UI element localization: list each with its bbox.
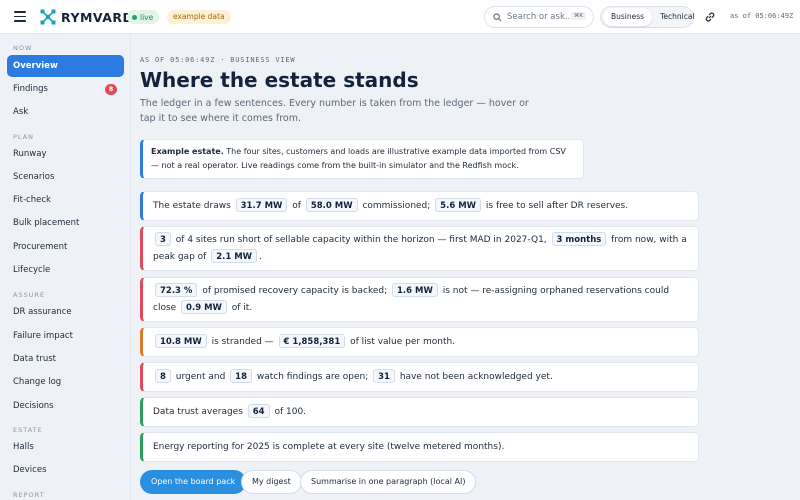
sidebar-section-now: NOW	[13, 44, 33, 52]
sidebar-item-ask[interactable]: Ask	[7, 101, 124, 123]
summary-card-stranded: 10.8 MW is stranded — € 1,858,381 of lis…	[140, 327, 699, 357]
summary-card-recovery: 72.3 % of promised recovery capacity is …	[140, 277, 699, 322]
sidebar-section-plan: PLAN	[13, 133, 34, 141]
sidebar-item-procurement[interactable]: Procurement	[7, 236, 124, 258]
ledger-value-chip[interactable]: 3 months	[551, 231, 607, 246]
sidebar-section-report: REPORT	[13, 491, 45, 499]
sentence-fragment: Data trust averages	[153, 406, 246, 417]
search-icon	[493, 12, 502, 21]
sidebar-item-label: Findings	[13, 84, 48, 94]
sentence-fragment: of list value per month.	[347, 336, 456, 347]
card-sentence: Energy reporting for 2025 is complete at…	[153, 439, 504, 456]
sidebar-item-findings[interactable]: Findings 8	[7, 78, 124, 100]
view-option-business[interactable]: Business	[603, 8, 653, 26]
sentence-fragment: Energy reporting for 2025 is complete at…	[153, 441, 505, 452]
sidebar-item-overview[interactable]: Overview	[7, 55, 124, 77]
sidebar-item-scenarios[interactable]: Scenarios	[7, 166, 124, 188]
summary-card-data-trust: Data trust averages 64 of 100.	[140, 397, 699, 427]
ledger-value-chip[interactable]: 0.9 MW	[181, 299, 227, 314]
menu-icon[interactable]	[14, 11, 26, 23]
sidebar-section-assure: ASSURE	[13, 291, 46, 299]
sentence-fragment: The estate draws	[153, 200, 234, 211]
callout-heading: Example estate.	[151, 147, 224, 156]
summary-card-energy: Energy reporting for 2025 is complete at…	[140, 432, 699, 462]
live-badge: live	[127, 10, 160, 24]
ledger-value-chip[interactable]: 72.3 %	[155, 282, 198, 297]
card-sentence: The estate draws 31.7 MW of 58.0 MW comm…	[153, 197, 629, 215]
ledger-value-chip[interactable]: 58.0 MW	[305, 197, 358, 212]
ledger-value-chip[interactable]: 18	[230, 368, 253, 383]
live-dot-icon	[132, 14, 137, 20]
sidebar-section-estate: ESTATE	[13, 426, 43, 434]
sentence-fragment: is free to sell after DR reserves.	[483, 200, 629, 211]
sidebar-item-data-trust[interactable]: Data trust	[7, 348, 124, 370]
card-sentence: 10.8 MW is stranded — € 1,858,381 of lis…	[153, 333, 456, 351]
link-icon[interactable]	[704, 11, 716, 23]
ledger-value-chip[interactable]: 2.1 MW	[211, 248, 258, 263]
example-estate-callout: Example estate. The four sites, customer…	[140, 139, 584, 179]
ledger-value-chip[interactable]: 10.8 MW	[155, 333, 207, 348]
sentence-fragment: of promised recovery capacity is backed;	[199, 285, 390, 296]
sentence-fragment: of it.	[228, 302, 253, 313]
ledger-value-chip[interactable]: 31	[373, 368, 395, 383]
example-data-badge: example data	[167, 10, 231, 24]
live-label: live	[140, 12, 154, 22]
open-board-pack-button[interactable]: Open the board pack	[140, 470, 247, 494]
sentence-fragment: have not been acknowledged yet.	[396, 371, 553, 382]
sentence-fragment: urgent and	[172, 371, 229, 382]
sidebar-item-bulk-placement[interactable]: Bulk placement	[7, 212, 124, 234]
ledger-value-chip[interactable]: 31.7 MW	[235, 197, 288, 212]
view-option-technical[interactable]: Technical	[652, 8, 702, 26]
sentence-fragment: of 100.	[271, 406, 307, 417]
sentence-fragment: of	[289, 200, 304, 211]
brand-name: RYMVARD	[61, 10, 134, 25]
sidebar-item-dr-assurance[interactable]: DR assurance	[7, 301, 124, 323]
my-digest-button[interactable]: My digest	[241, 470, 302, 494]
sentence-fragment: commissioned;	[359, 200, 434, 211]
card-sentence: 8 urgent and 18 watch findings are open;…	[153, 368, 553, 386]
card-sentence: 72.3 % of promised recovery capacity is …	[153, 282, 688, 317]
ledger-value-chip[interactable]: 3	[155, 231, 171, 246]
sentence-fragment: is stranded —	[208, 336, 277, 347]
page-lede: The ledger in a few sentences. Every num…	[140, 98, 529, 124]
summarise-button[interactable]: Summarise in one paragraph (local AI)	[300, 470, 477, 494]
ledger-value-chip[interactable]: 1.6 MW	[392, 282, 438, 297]
findings-count-badge: 8	[105, 84, 117, 95]
search-placeholder: Search or ask...	[507, 12, 573, 22]
search-shortcut: ⌘K	[570, 12, 586, 20]
view-eyebrow: AS OF 05:06:49Z · BUSINESS VIEW	[140, 56, 296, 64]
main-content: AS OF 05:06:49Z · BUSINESS VIEW Where th…	[140, 35, 800, 500]
sidebar-item-failure-impact[interactable]: Failure impact	[7, 325, 124, 347]
view-toggle: Business Technical	[600, 6, 695, 28]
sidebar-item-halls[interactable]: Halls	[7, 436, 124, 458]
card-sentence: 3 of 4 sites run short of sellable capac…	[153, 231, 688, 266]
page-title: Where the estate stands	[140, 68, 419, 92]
ledger-value-chip[interactable]: 5.6 MW	[435, 197, 482, 212]
sidebar-item-decisions[interactable]: Decisions	[7, 395, 124, 417]
summary-card-findings: 8 urgent and 18 watch findings are open;…	[140, 362, 699, 392]
sidebar-item-runway[interactable]: Runway	[7, 143, 124, 165]
ledger-value-chip[interactable]: 8	[155, 368, 171, 383]
sidebar-item-fit-check[interactable]: Fit-check	[7, 189, 124, 211]
sentence-fragment: watch findings are open;	[254, 371, 372, 382]
summary-card-shortfall: 3 of 4 sites run short of sellable capac…	[140, 226, 699, 271]
as-of-timestamp: as of 05:06:49Z	[730, 12, 794, 20]
sidebar-item-devices[interactable]: Devices	[7, 459, 124, 481]
card-sentence: Data trust averages 64 of 100.	[153, 403, 307, 421]
sentence-fragment: of 4 sites run short of sellable capacit…	[172, 234, 550, 245]
sentence-fragment: .	[259, 251, 262, 262]
search-box[interactable]: Search or ask... ⌘K	[484, 6, 594, 28]
sidebar-item-lifecycle[interactable]: Lifecycle	[7, 259, 124, 281]
ledger-value-chip[interactable]: € 1,858,381	[278, 333, 346, 348]
sidebar-item-change-log[interactable]: Change log	[7, 371, 124, 393]
ledger-value-chip[interactable]: 64	[247, 403, 270, 418]
sidebar: NOW Overview Findings 8 Ask PLAN Runway …	[0, 35, 131, 500]
summary-card-capacity: The estate draws 31.7 MW of 58.0 MW comm…	[140, 191, 699, 221]
logo-icon	[40, 9, 56, 25]
top-bar: RYMVARD live example data Search or ask.…	[0, 0, 800, 34]
